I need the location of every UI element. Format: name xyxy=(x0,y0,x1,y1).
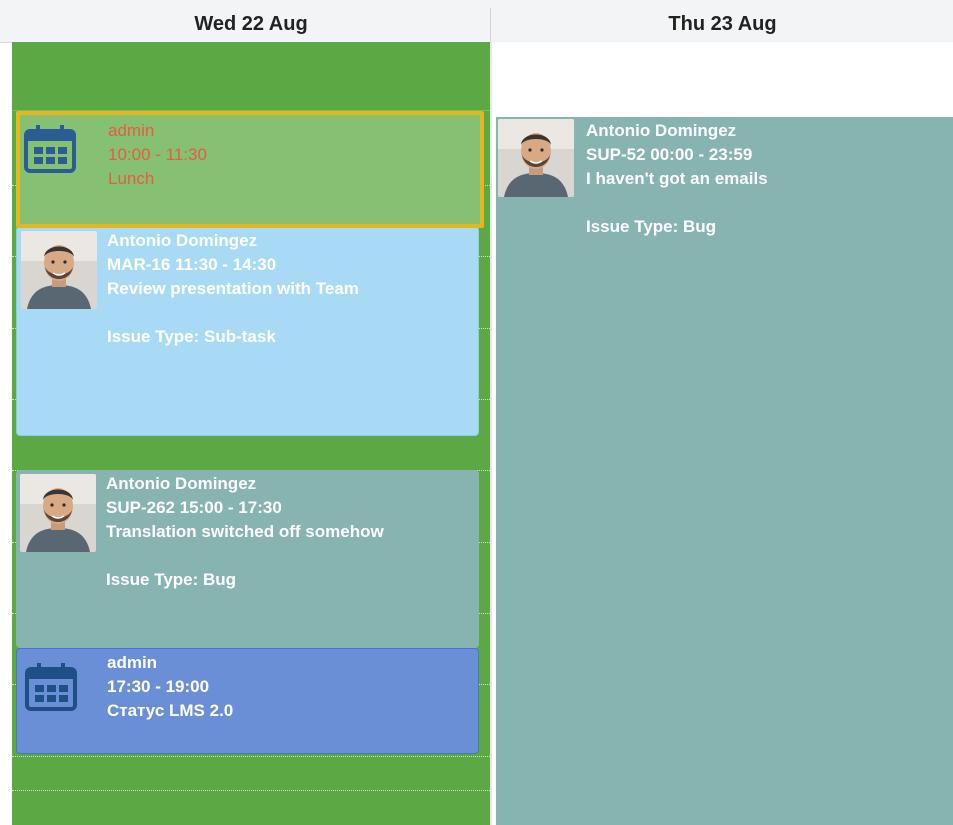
event-lunch[interactable]: admin 10:00 - 11:30 Lunch xyxy=(16,111,484,228)
event-status-lms[interactable]: admin 17:30 - 19:00 Статус LMS 2.0 xyxy=(16,648,479,754)
avatar xyxy=(498,119,574,197)
event-issue-type: Issue Type: Bug xyxy=(106,570,237,589)
event-issue-type: Issue Type: Bug xyxy=(586,217,717,236)
event-title: I haven't got an emails xyxy=(586,169,768,188)
time-slot-line xyxy=(12,756,490,757)
header-divider xyxy=(490,8,491,42)
event-key-time: MAR-16 11:30 - 14:30 xyxy=(107,255,277,274)
calendar-icon xyxy=(25,661,77,711)
event-time: 17:30 - 19:00 xyxy=(107,677,210,696)
event-user: admin xyxy=(107,653,158,672)
avatar-image xyxy=(498,119,574,197)
avatar xyxy=(20,474,96,552)
avatar-image xyxy=(21,231,97,309)
event-thu-email-bug[interactable]: Antonio Domingez SUP-52 00:00 - 23:59 I … xyxy=(496,117,953,825)
event-key-time: SUP-52 00:00 - 23:59 xyxy=(586,145,753,164)
calendar-icon xyxy=(24,123,76,173)
time-slot-line xyxy=(12,790,490,791)
event-user: Antonio Domingez xyxy=(107,231,258,250)
event-time: 10:00 - 11:30 xyxy=(108,145,207,164)
avatar xyxy=(21,231,97,309)
day-header-thu[interactable]: Thu 23 Aug xyxy=(492,0,953,42)
event-title: Статус LMS 2.0 xyxy=(107,701,234,720)
event-user: Antonio Domingez xyxy=(586,121,737,140)
event-user: Antonio Domingez xyxy=(106,474,257,493)
day-header-wed[interactable]: Wed 22 Aug xyxy=(12,0,490,42)
event-issue-type: Issue Type: Sub-task xyxy=(107,327,276,346)
avatar-image xyxy=(20,474,96,552)
event-user: admin xyxy=(108,121,155,140)
event-translation-bug[interactable]: Antonio Domingez SUP-262 15:00 - 17:30 T… xyxy=(16,470,479,648)
event-key-time: SUP-262 15:00 - 17:30 xyxy=(106,498,282,517)
all-day-slot[interactable] xyxy=(12,42,490,111)
event-title: Translation switched off somehow xyxy=(106,522,384,541)
event-title: Lunch xyxy=(108,169,155,188)
calendar-view: Wed 22 Aug Thu 23 Aug Antonio Domingez M… xyxy=(0,0,953,825)
event-review-presentation[interactable]: Antonio Domingez MAR-16 11:30 - 14:30 Re… xyxy=(16,226,479,436)
event-title: Review presentation with Team xyxy=(107,279,359,298)
day-header-row: Wed 22 Aug Thu 23 Aug xyxy=(0,0,953,43)
